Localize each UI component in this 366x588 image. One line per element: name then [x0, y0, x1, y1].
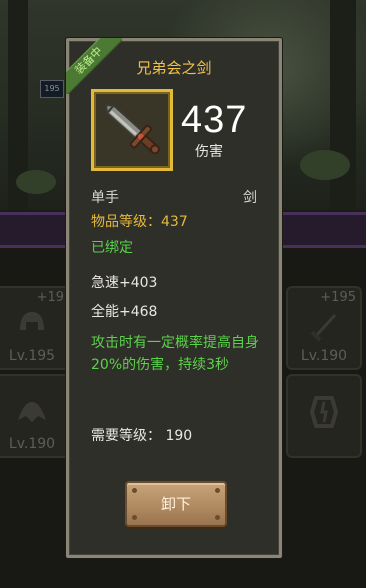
stat-versatility: 全能+468 [91, 304, 158, 320]
unequip-label: 卸下 [160, 495, 191, 513]
weapon-type: 剑 [243, 190, 257, 206]
damage-value: 437 [181, 99, 248, 141]
damage-label: 伤害 [195, 144, 223, 160]
required-level: 需要等级： 190 [91, 428, 193, 444]
sword-icon [104, 104, 160, 155]
button-nail [132, 488, 137, 493]
item-effect: 攻击时有一定概率提高自身20%的伤害，持续3秒 [91, 335, 259, 373]
unequip-button[interactable]: 卸下 [125, 481, 227, 527]
item-icon-frame [91, 89, 173, 171]
item-name: 兄弟会之剑 [136, 59, 212, 77]
button-nail [132, 515, 137, 520]
button-nail [215, 515, 220, 520]
item-level: 物品等级：437 [91, 214, 188, 230]
button-nail [215, 488, 220, 493]
hand-type: 单手 [91, 190, 119, 206]
stat-haste: 急速+403 [91, 275, 158, 291]
item-tooltip: 装备中 兄弟会之剑 437 伤害 单手 剑 物品等级：437 已绑定 急速+40… [66, 38, 282, 558]
binding-status: 已绑定 [91, 240, 133, 256]
